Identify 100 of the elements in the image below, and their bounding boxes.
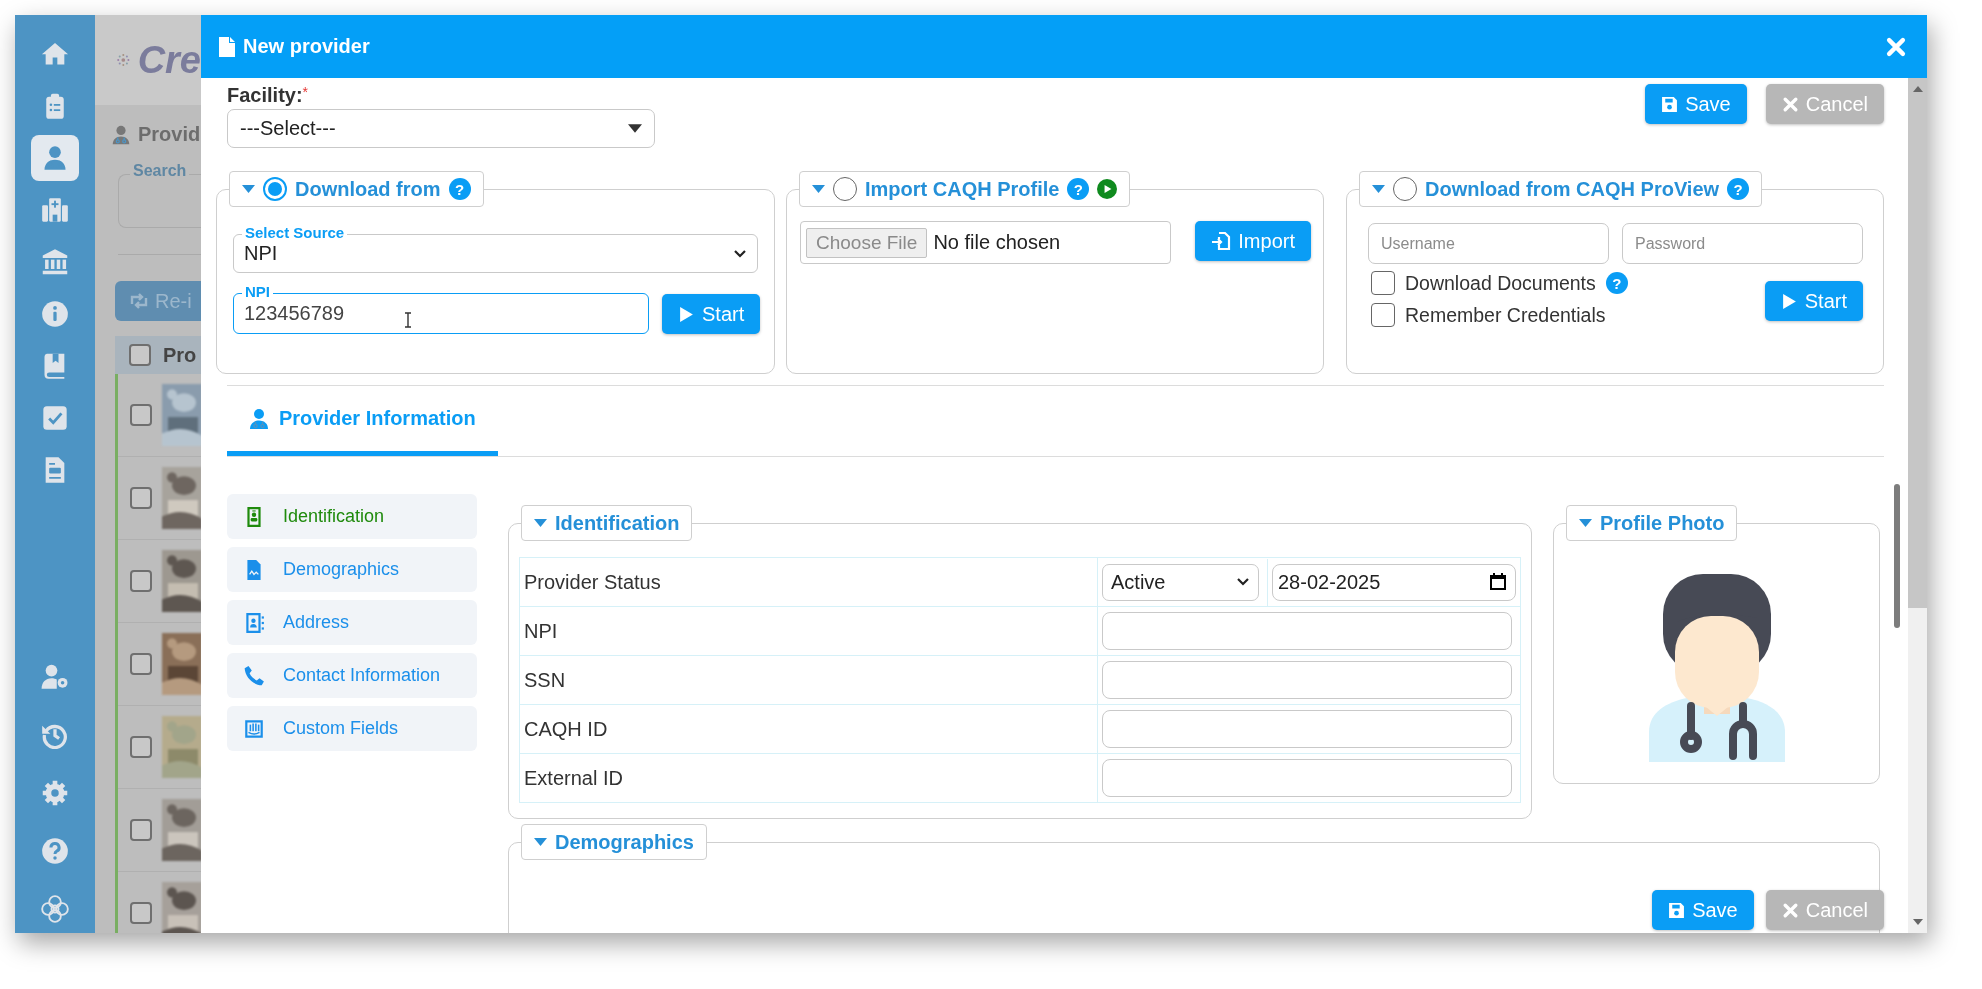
save-button[interactable]: Save <box>1645 84 1747 124</box>
checkbox-icon <box>41 404 69 432</box>
text-field[interactable] <box>1102 710 1512 748</box>
play-icon <box>1780 292 1798 310</box>
info-icon <box>41 300 69 328</box>
help-icon <box>41 837 69 865</box>
checkbox[interactable] <box>130 902 152 924</box>
custom-fields-icon <box>243 717 265 740</box>
date-field[interactable]: 28-02-2025 <box>1272 563 1516 601</box>
cancel-button[interactable]: Cancel <box>1765 890 1884 930</box>
checkbox[interactable] <box>130 653 152 675</box>
checkbox-label: Remember Credentials <box>1405 303 1606 327</box>
refresh-icon <box>129 291 149 311</box>
checkbox-label: Download Documents <box>1405 271 1596 295</box>
checkbox[interactable] <box>1371 271 1395 295</box>
section-nav-item[interactable]: Contact Information <box>227 653 477 698</box>
radio-button[interactable] <box>1393 177 1417 201</box>
checkbox[interactable] <box>130 819 152 841</box>
save-icon <box>1668 901 1686 919</box>
save-button[interactable]: Save <box>1652 890 1754 930</box>
page-title: Provid <box>138 123 201 146</box>
password-field[interactable]: Password <box>1622 223 1863 264</box>
section-title[interactable]: Download from CAQH ProView <box>1425 177 1720 201</box>
text-cursor-icon <box>404 312 412 328</box>
file-icon <box>219 36 235 57</box>
user-gear-icon <box>41 663 69 691</box>
start-button[interactable]: Start <box>662 294 761 334</box>
phone-icon <box>243 664 265 687</box>
table-cell: External ID <box>519 753 1098 803</box>
facility-select[interactable]: ---Select--- <box>227 109 655 148</box>
start-button[interactable]: Start <box>1764 281 1863 321</box>
caret-icon <box>812 185 825 193</box>
close-icon <box>1781 901 1799 919</box>
checkbox[interactable] <box>130 570 152 592</box>
help-icon[interactable]: ? <box>1605 272 1628 294</box>
caret-icon <box>628 124 642 133</box>
close-icon <box>1885 35 1907 58</box>
help-icon[interactable]: ? <box>1727 178 1750 200</box>
play-icon <box>678 305 695 323</box>
table-cell: SSN <box>519 655 1098 705</box>
required-mark: * <box>302 84 309 100</box>
column-header: Pro <box>163 343 197 367</box>
section-nav-item[interactable]: Demographics <box>227 547 477 592</box>
scroll-up-icon[interactable] <box>1912 86 1923 92</box>
help-icon[interactable]: ? <box>448 178 471 200</box>
bank-icon <box>41 248 69 276</box>
doctor-icon <box>110 123 132 146</box>
section-nav-item[interactable]: Custom Fields <box>227 706 477 751</box>
text-field[interactable] <box>1102 759 1512 797</box>
close-icon <box>1781 95 1799 113</box>
username-field[interactable]: Username <box>1368 223 1609 264</box>
hospital-icon <box>41 196 69 224</box>
caret-icon <box>1372 185 1385 193</box>
section-nav-item[interactable]: Address <box>227 600 477 645</box>
status-select[interactable]: Active <box>1102 563 1259 601</box>
tab[interactable]: Provider Information <box>227 386 498 456</box>
home-icon <box>41 40 69 68</box>
table-cell: CAQH ID <box>519 704 1098 754</box>
section-title[interactable]: Download from <box>295 177 441 201</box>
radio-button[interactable] <box>833 177 857 201</box>
import-icon <box>1211 231 1232 251</box>
contact-card-icon <box>243 611 265 634</box>
checkbox[interactable] <box>129 344 151 366</box>
section-nav-item[interactable]: Identification <box>227 494 477 539</box>
section-title[interactable]: Demographics <box>555 830 694 854</box>
import-button[interactable]: Import <box>1195 221 1311 261</box>
checkbox[interactable] <box>1371 303 1395 327</box>
section-title[interactable]: Identification <box>555 511 680 535</box>
text-field[interactable] <box>1102 661 1512 699</box>
checkbox[interactable] <box>130 404 152 426</box>
play-icon[interactable] <box>1097 179 1118 199</box>
help-icon[interactable]: ? <box>1067 178 1090 200</box>
caret-icon <box>534 838 547 846</box>
field-label: Facility: <box>227 84 303 107</box>
close-button[interactable] <box>1885 35 1907 58</box>
radio-button[interactable] <box>263 177 287 201</box>
dialog-title: New provider <box>243 35 371 58</box>
caret-icon <box>242 185 255 193</box>
chevron-down-icon <box>733 248 747 259</box>
save-icon <box>1661 95 1679 113</box>
cancel-button[interactable]: Cancel <box>1765 84 1884 124</box>
table-cell: NPI <box>519 606 1098 656</box>
section-title[interactable]: Import CAQH Profile <box>865 177 1060 201</box>
reindex-button[interactable]: Re-i <box>115 281 201 321</box>
scrollbar-thumb[interactable] <box>1894 484 1900 628</box>
chevron-down-icon <box>1236 577 1250 587</box>
doctor-icon <box>247 406 271 431</box>
text-field[interactable] <box>1102 612 1512 650</box>
table-cell: Provider Status <box>519 557 1098 607</box>
caret-icon <box>1579 519 1592 527</box>
checkbox[interactable] <box>130 487 152 509</box>
calendar-icon <box>1489 573 1507 591</box>
file-field[interactable]: Choose File No file chosen <box>800 221 1171 264</box>
caret-icon <box>534 519 547 527</box>
settings-icon <box>41 779 69 807</box>
sidebar-item[interactable] <box>31 135 79 181</box>
checkbox[interactable] <box>130 736 152 758</box>
scrollbar[interactable] <box>1908 78 1927 933</box>
section-title[interactable]: Profile Photo <box>1600 511 1725 535</box>
scroll-down-icon[interactable] <box>1912 919 1923 925</box>
